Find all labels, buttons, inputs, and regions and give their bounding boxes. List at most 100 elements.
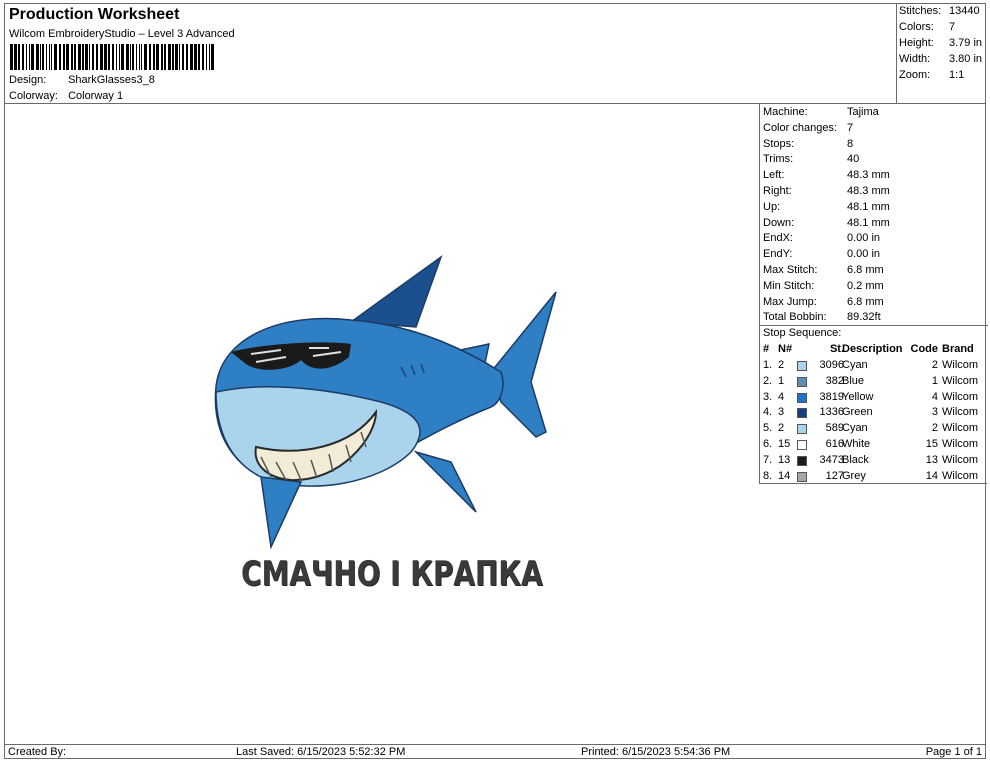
barcode-bar xyxy=(100,44,103,70)
barcode-bar xyxy=(63,44,65,70)
info-label: Machine: xyxy=(763,106,808,118)
barcode-bar xyxy=(14,44,17,70)
row-index: 7. xyxy=(763,453,773,466)
color-swatch xyxy=(797,455,807,466)
barcode-bar xyxy=(126,44,129,70)
design-row: Design: SharkGlasses3_8 xyxy=(9,74,155,86)
colorway-value: Colorway 1 xyxy=(68,90,124,102)
info-value: 6.8 mm xyxy=(847,264,884,276)
stop-sequence-row: 3. 4 3819 Yellow 4 Wilcom xyxy=(760,391,988,407)
software-name: Wilcom EmbroideryStudio – Level 3 Advanc… xyxy=(9,28,235,40)
barcode-bar xyxy=(51,44,52,70)
col-code: Code xyxy=(910,343,939,355)
barcode-bar xyxy=(190,44,193,70)
barcode-bar xyxy=(112,44,114,70)
stop-sequence-row: 1. 2 3096 Cyan 2 Wilcom xyxy=(760,359,988,375)
barcode-bar xyxy=(31,44,34,70)
barcode-bar xyxy=(141,44,142,70)
barcode-bar xyxy=(116,44,117,70)
stop-sequence-row: 4. 3 1336 Green 3 Wilcom xyxy=(760,406,988,422)
barcode-bar xyxy=(211,44,214,70)
col-description: Description xyxy=(842,343,903,355)
row-index: 3. xyxy=(763,390,773,403)
stop-sequence-row: 2. 1 382 Blue 1 Wilcom xyxy=(760,375,988,391)
info-value: 8 xyxy=(847,137,854,150)
info-label: Min Stitch: xyxy=(763,279,815,292)
barcode-bar xyxy=(59,44,61,70)
info-value: 48.3 mm xyxy=(847,185,890,197)
shark-left-fin xyxy=(260,476,303,550)
row-stitches: 3473 xyxy=(819,453,844,466)
row-brand: Wilcom xyxy=(942,406,979,419)
barcode-bar xyxy=(10,44,13,70)
barcode-bar xyxy=(144,44,147,70)
barcode-bar xyxy=(182,44,184,70)
barcode-bar xyxy=(78,44,81,70)
info-label: Color changes: xyxy=(763,121,837,134)
row-needle: 2 xyxy=(778,422,785,435)
barcode-bar xyxy=(92,44,94,70)
printed-date: Printed: 6/15/2023 5:54:36 PM xyxy=(581,746,731,758)
row-brand: Wilcom xyxy=(942,359,979,371)
col-brand: Brand xyxy=(942,343,974,355)
zoom-value: 1:1 xyxy=(949,69,965,81)
barcode-bar xyxy=(175,44,178,70)
info-row: Stops: 8 xyxy=(763,138,853,150)
shark-embroidery-image xyxy=(214,254,557,550)
row-brand: Wilcom xyxy=(942,453,979,466)
barcode-bar xyxy=(36,44,39,70)
design-label: Design: xyxy=(9,74,47,86)
panel-divider xyxy=(760,325,988,326)
colorway-row: Colorway: Colorway 1 xyxy=(9,90,123,102)
barcode-bar xyxy=(206,44,207,70)
color-swatch xyxy=(797,376,807,387)
info-value: Tajima xyxy=(847,106,879,118)
row-needle: 1 xyxy=(778,374,785,387)
barcode-bar xyxy=(54,44,57,70)
info-label: EndY: xyxy=(763,248,793,261)
row-needle: 15 xyxy=(778,438,791,450)
barcode-bar xyxy=(104,44,107,70)
last-saved: Last Saved: 6/15/2023 5:52:32 PM xyxy=(236,746,406,758)
info-row: Total Bobbin: 89.32ft xyxy=(763,311,881,323)
barcode-bar xyxy=(202,44,204,70)
worksheet-frame: Production Worksheet Wilcom EmbroiderySt… xyxy=(4,3,988,759)
row-index: 1. xyxy=(763,359,773,371)
col-needle: N# xyxy=(778,343,793,355)
row-brand: Wilcom xyxy=(942,469,979,482)
zoom-row: Zoom: 1:1 xyxy=(899,69,964,81)
info-row: EndY: 0.00 in xyxy=(763,248,880,260)
row-index: 5. xyxy=(763,422,773,435)
info-row: Color changes: 7 xyxy=(763,122,853,134)
info-label: Up: xyxy=(763,200,781,213)
row-stitches: 3096 xyxy=(819,359,844,371)
shark-dorsal-fin xyxy=(348,254,443,328)
row-stitches: 1336 xyxy=(819,406,844,419)
barcode-bar xyxy=(26,44,27,70)
colors-value: 7 xyxy=(949,21,956,33)
row-code: 13 xyxy=(925,453,938,466)
stitches-row: Stitches: 13440 xyxy=(899,5,980,17)
stop-sequence-title: Stop Sequence: xyxy=(763,327,842,339)
color-swatch xyxy=(797,424,807,435)
stop-sequence-row: 7. 13 3473 Black 13 Wilcom xyxy=(760,454,988,470)
barcode-bar xyxy=(42,44,44,70)
info-row: Right: 48.3 mm xyxy=(763,185,890,197)
barcode-bar xyxy=(108,44,110,70)
barcode-bar xyxy=(179,44,180,70)
barcode-bar xyxy=(82,44,84,70)
barcode-bar xyxy=(136,44,137,70)
row-brand: Wilcom xyxy=(942,374,979,387)
info-value: 0.2 mm xyxy=(847,279,884,292)
row-description: White xyxy=(842,438,871,450)
barcode-bar xyxy=(85,44,88,70)
info-value: 6.8 mm xyxy=(847,295,884,308)
info-value: 48.1 mm xyxy=(847,200,890,213)
stitches-value: 13440 xyxy=(949,5,980,17)
width-row: Width: 3.80 in xyxy=(899,53,982,65)
worksheet-header: Production Worksheet Wilcom EmbroiderySt… xyxy=(5,4,897,104)
info-value: 7 xyxy=(847,121,854,134)
row-description: Grey xyxy=(842,469,866,482)
zoom-label: Zoom: xyxy=(899,69,931,81)
barcode-bar xyxy=(22,44,24,70)
